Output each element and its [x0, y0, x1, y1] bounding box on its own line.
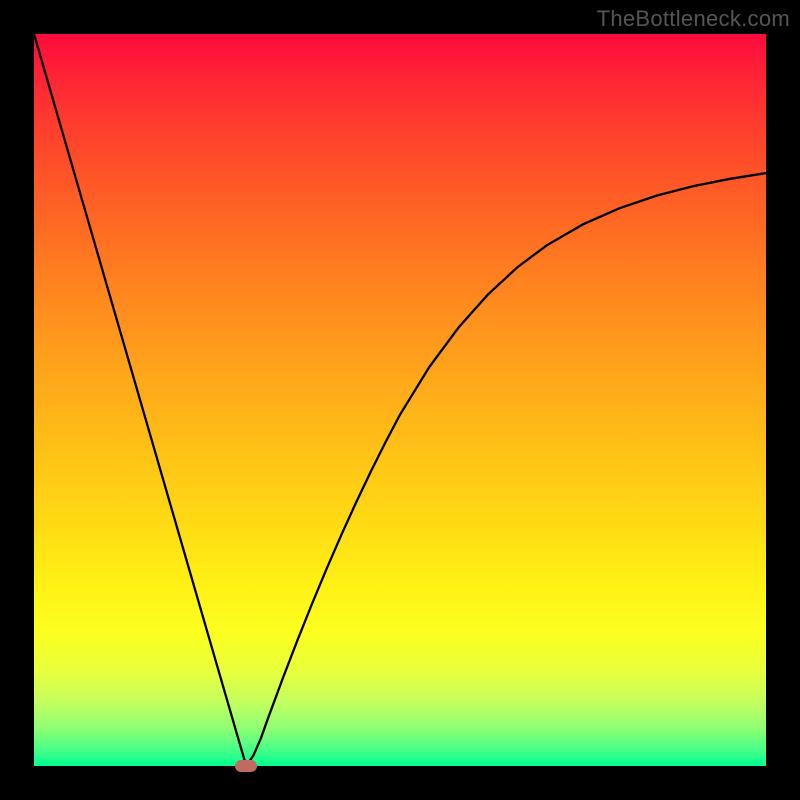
bottleneck-curve [34, 34, 766, 766]
chart-frame: TheBottleneck.com [0, 0, 800, 800]
curve-svg [34, 34, 766, 766]
plot-area [34, 34, 766, 766]
minimum-marker [235, 760, 257, 772]
watermark-link[interactable]: TheBottleneck.com [597, 6, 790, 32]
